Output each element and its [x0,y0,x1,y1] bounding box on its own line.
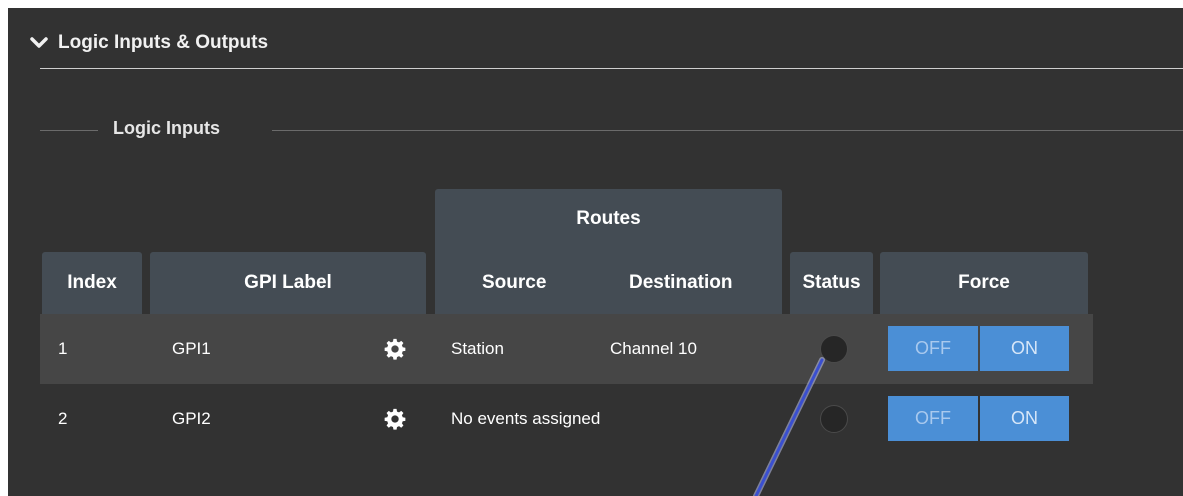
annotation-pointer [753,357,825,496]
